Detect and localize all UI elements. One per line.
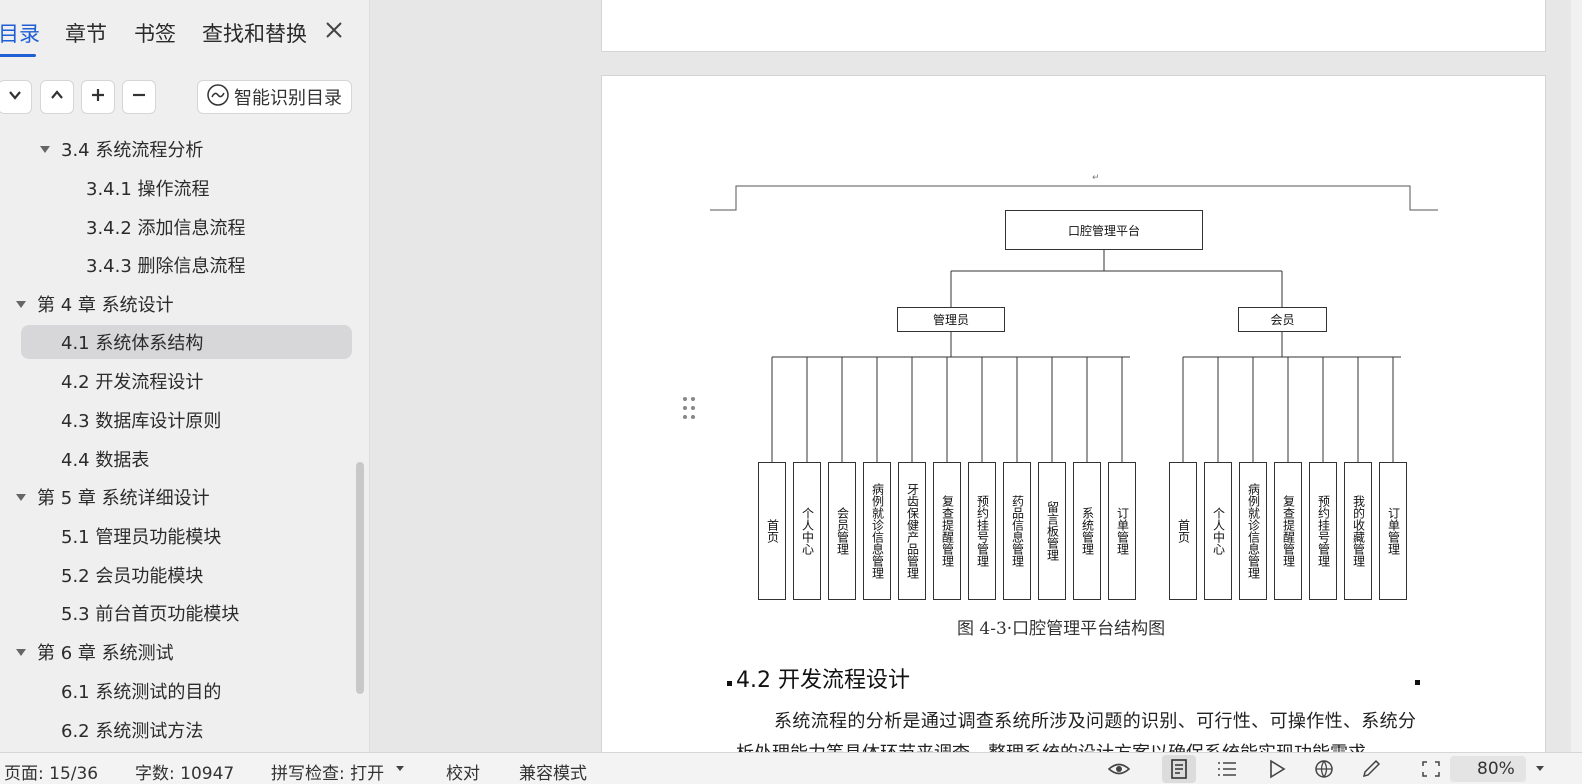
page-indicator[interactable]: 页面: 15/36: [4, 759, 98, 784]
diagram-leaf-node: 复查提醒管理: [933, 462, 961, 600]
fit-page-icon[interactable]: [1420, 759, 1442, 779]
toc-item[interactable]: 6.1 系统测试的目的: [61, 674, 221, 708]
smart-toc-button[interactable]: 智能识别目录: [197, 80, 352, 114]
diagram-leaf-node: 复查提醒管理: [1274, 462, 1302, 600]
diagram-leaf-node: 我的收藏管理: [1344, 462, 1372, 600]
toc-item[interactable]: 第 5 章 系统详细设计: [37, 480, 210, 514]
nav-scrollbar[interactable]: [356, 462, 364, 694]
chevron-down-icon[interactable]: [396, 766, 404, 771]
tab-chapters[interactable]: 章节: [65, 18, 107, 48]
minus-icon: [131, 87, 147, 107]
diagram-leaf-node: 预约挂号管理: [1309, 462, 1337, 600]
toc-item[interactable]: 3.4.3 删除信息流程: [86, 248, 246, 282]
remove-toc-item-button[interactable]: [122, 80, 156, 114]
diagram-leaf-node: 订单管理: [1379, 462, 1407, 600]
toc-item[interactable]: 第 6 章 系统测试: [37, 635, 174, 669]
toc-item[interactable]: 3.4.2 添加信息流程: [86, 210, 246, 244]
section-heading: 4.2 开发流程设计: [736, 668, 910, 693]
pen-icon[interactable]: [1361, 759, 1383, 779]
diagram-leaf-node: 病例就诊信息管理: [1239, 462, 1267, 600]
eye-icon[interactable]: [1107, 759, 1131, 779]
toc-item[interactable]: 第 4 章 系统设计: [37, 287, 174, 321]
toc-item[interactable]: 4.4 数据表: [61, 442, 149, 476]
diagram-leaf-node: 个人中心: [793, 462, 821, 600]
word-count[interactable]: 字数: 10947: [135, 759, 234, 784]
toc-item[interactable]: 5.2 会员功能模块: [61, 558, 203, 592]
chevron-up-icon: [49, 87, 65, 107]
nav-tab-bar: 目录 章节 书签 查找和替换: [0, 14, 369, 57]
figure-caption: 图 4-3·口腔管理平台结构图: [957, 619, 1166, 639]
play-icon[interactable]: [1266, 759, 1288, 779]
plus-icon: [90, 87, 106, 107]
smart-toc-icon: [206, 83, 230, 111]
expand-all-button[interactable]: [0, 80, 32, 114]
diagram-leaf-node: 个人中心: [1204, 462, 1232, 600]
tab-bookmarks[interactable]: 书签: [134, 18, 176, 48]
toc-item[interactable]: 5.3 前台首页功能模块: [61, 596, 239, 630]
compat-mode-label: 兼容模式: [519, 764, 587, 784]
collapse-all-button[interactable]: [40, 80, 74, 114]
zoom-field[interactable]: 80%: [1450, 756, 1526, 782]
diagram-leaf-node: 预约挂号管理: [968, 462, 996, 600]
caret-down-icon[interactable]: [16, 494, 26, 501]
page-view-icon: [1170, 759, 1188, 783]
tab-toc[interactable]: 目录: [0, 18, 40, 57]
globe-icon[interactable]: [1313, 759, 1335, 779]
diagram-leaf-node: 牙齿保健产品管理: [898, 462, 926, 600]
paragraph-mark: [727, 681, 732, 686]
caret-down-icon[interactable]: [16, 649, 26, 656]
chevron-down-icon[interactable]: [1536, 766, 1544, 771]
toc-item[interactable]: 6.2 系统测试方法: [61, 713, 203, 747]
diagram-leaf-node: 病例就诊信息管理: [863, 462, 891, 600]
toc-item[interactable]: 4.3 数据库设计原则: [61, 403, 221, 437]
chevron-down-icon: [7, 87, 23, 107]
paragraph-mark: [1415, 680, 1420, 685]
diagram-leaf-node: 留言板管理: [1038, 462, 1066, 600]
proofread-button[interactable]: 校对: [446, 759, 480, 784]
diagram-branch-member: 会员: [1238, 307, 1327, 332]
previous-page: [601, 0, 1546, 52]
document-scrollbar[interactable]: [1571, 0, 1582, 752]
toc-item[interactable]: 3.4 系统流程分析: [61, 132, 203, 166]
zoom-level: 80%: [1477, 759, 1515, 779]
spell-check-toggle[interactable]: 拼写检查: 打开: [271, 759, 384, 784]
close-icon[interactable]: [322, 18, 346, 42]
diagram-leaf-node: 会员管理: [828, 462, 856, 600]
outline-view-icon[interactable]: [1216, 759, 1238, 779]
diagram-leaf-node: 订单管理: [1108, 462, 1136, 600]
smart-toc-label: 智能识别目录: [234, 88, 342, 109]
diagram-leaf-node: 首页: [1169, 462, 1197, 600]
drag-handle-icon[interactable]: [682, 396, 696, 420]
status-bar: 页面: 15/36 字数: 10947 拼写检查: 打开 校对 兼容模式 80%: [0, 752, 1582, 784]
navigation-panel: 目录 章节 书签 查找和替换 智能识别目录 3.4 系统流程分析 3.4.1 操…: [0, 0, 370, 752]
caret-down-icon[interactable]: [16, 301, 26, 308]
toc-toolbar: 智能识别目录: [0, 80, 369, 114]
diagram-root-node: 口腔管理平台: [1005, 210, 1203, 250]
diagram-leaf-node: 首页: [758, 462, 786, 600]
add-toc-item-button[interactable]: [81, 80, 115, 114]
page-view-button[interactable]: [1162, 755, 1196, 783]
toc-item[interactable]: 4.2 开发流程设计: [61, 364, 203, 398]
toc-item[interactable]: 5.1 管理员功能模块: [61, 519, 221, 553]
tab-find-replace[interactable]: 查找和替换: [202, 18, 307, 48]
toc-item[interactable]: 3.4.1 操作流程: [86, 171, 210, 205]
structure-diagram: 口腔管理平台 管理员 会员 首页 个人中心 会员管理 病例就诊信息管理 牙齿保健产品管理…: [700, 170, 1460, 610]
diagram-leaf-node: 系统管理: [1073, 462, 1101, 600]
toc-item-selected[interactable]: 4.1 系统体系结构: [21, 325, 352, 359]
diagram-leaf-node: 药品信息管理: [1003, 462, 1031, 600]
diagram-branch-admin: 管理员: [897, 307, 1005, 332]
caret-down-icon[interactable]: [40, 146, 50, 153]
